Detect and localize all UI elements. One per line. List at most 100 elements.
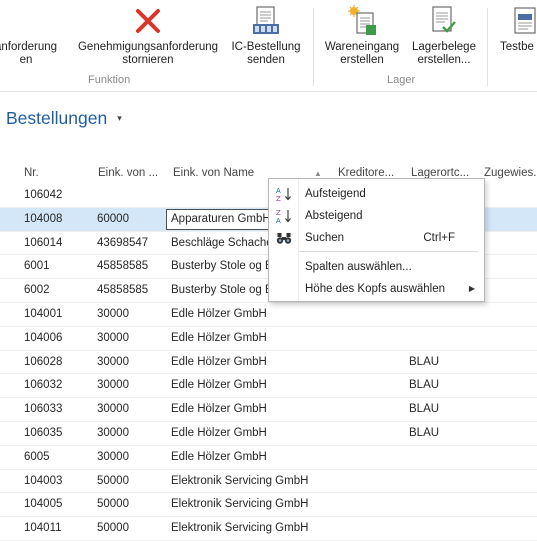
chevron-down-icon: ▾ bbox=[117, 113, 122, 123]
menu-item-shortcut: Ctrl+F bbox=[423, 232, 455, 244]
cell-vendor-name: Busterby Stole og E bbox=[171, 260, 273, 273]
send-ic-order-button[interactable]: IC-Bestellung senden bbox=[224, 4, 308, 76]
sort-ascending-icon: A Z bbox=[276, 186, 292, 203]
cancel-x-icon bbox=[131, 4, 165, 38]
cell-nr: 106042 bbox=[24, 189, 63, 201]
cell-nr: 106035 bbox=[24, 426, 63, 439]
cell-nr: 104008 bbox=[24, 212, 63, 225]
table-row[interactable]: 104001 30000 Edle Hölzer GmbH bbox=[0, 303, 537, 327]
binoculars-icon bbox=[276, 230, 292, 246]
cell-vendor-name: Edle Hölzer GmbH bbox=[171, 355, 267, 368]
cell-vendor-no: 45858585 bbox=[97, 284, 149, 297]
cell-vendor-no: 30000 bbox=[97, 403, 129, 416]
create-warehouse-documents-button[interactable]: Lagerbelege erstellen... bbox=[403, 4, 485, 76]
cell-nr: 104006 bbox=[24, 331, 63, 344]
cell-vendor-name: Edle Hölzer GmbH bbox=[171, 403, 267, 416]
column-header-nr[interactable]: Nr. bbox=[24, 167, 39, 179]
cell-vendor-name: Edle Hölzer GmbH bbox=[171, 450, 267, 463]
cell-vendor-no: 45858585 bbox=[97, 260, 149, 273]
column-context-menu: A Z Aufsteigend Z A Absteigend Suchen Ct… bbox=[268, 178, 485, 302]
table-row[interactable]: 104005 50000 Elektronik Servicing GmbH bbox=[0, 493, 537, 518]
cell-vendor-name: Elektronik Servicing GmbH bbox=[171, 498, 309, 511]
cell-nr: 6001 bbox=[24, 260, 50, 273]
ic-order-document-icon bbox=[249, 4, 283, 38]
cell-vendor-name: Elektronik Servicing GmbH bbox=[171, 474, 309, 487]
cell-nr: 104011 bbox=[24, 522, 62, 535]
page-title[interactable]: Bestellungen ▾ bbox=[6, 108, 122, 129]
cell-nr: 6005 bbox=[24, 450, 50, 463]
cell-vendor-no: 60000 bbox=[97, 212, 129, 225]
ribbon-group-label-lager: Lager bbox=[387, 74, 416, 86]
cell-vendor-name: Edle Hölzer GmbH bbox=[171, 307, 267, 320]
cell-vendor-name: Elektronik Servicing GmbH bbox=[171, 522, 309, 535]
cell-vendor-no: 30000 bbox=[97, 355, 129, 368]
menu-item-label: Aufsteigend bbox=[305, 188, 366, 200]
cell-vendor-name: Edle Hölzer GmbH bbox=[171, 426, 267, 439]
cell-vendor-no: 30000 bbox=[97, 426, 129, 439]
column-header-vendor-no[interactable]: Eink. von ... bbox=[98, 167, 158, 179]
sort-descending-icon: Z A bbox=[276, 208, 292, 225]
cell-vendor-no: 43698547 bbox=[97, 236, 149, 249]
cell-nr: 6002 bbox=[24, 284, 50, 297]
cell-vendor-name: Beschläge Schache bbox=[171, 236, 273, 249]
cell-vendor-no: 30000 bbox=[97, 307, 129, 320]
menu-item-sort-ascending[interactable]: A Z Aufsteigend bbox=[269, 183, 484, 205]
table-row[interactable]: 106035 30000 Edle Hölzer GmbH BLAU bbox=[0, 422, 537, 446]
cell-vendor-no: 30000 bbox=[97, 379, 129, 392]
svg-text:A: A bbox=[276, 217, 281, 224]
table-row[interactable]: 104003 50000 Elektronik Servicing GmbH bbox=[0, 470, 537, 494]
column-header-assigned[interactable]: Zugewies... bbox=[484, 167, 537, 179]
column-header-vendor-name[interactable]: Eink. von Name bbox=[173, 167, 254, 179]
request-approval-icon bbox=[9, 4, 43, 38]
cell-nr: 104005 bbox=[24, 498, 63, 511]
cell-vendor-name: Edle Hölzer GmbH bbox=[171, 331, 267, 344]
table-row[interactable]: 106033 30000 Edle Hölzer GmbH BLAU bbox=[0, 398, 537, 422]
table-row[interactable]: 106028 30000 Edle Hölzer GmbH BLAU bbox=[0, 351, 537, 375]
warehouse-receipt-icon bbox=[345, 4, 379, 38]
menu-item-label: Absteigend bbox=[305, 210, 363, 222]
cell-vendor-name: Busterby Stole og E bbox=[171, 284, 273, 297]
table-row[interactable]: 106032 30000 Edle Hölzer GmbH BLAU bbox=[0, 374, 537, 399]
ribbon-group-separator bbox=[313, 8, 314, 86]
cell-location: BLAU bbox=[409, 379, 440, 392]
menu-item-label: Suchen bbox=[305, 232, 345, 244]
cell-vendor-no: 50000 bbox=[97, 522, 129, 535]
page-title-text: Bestellungen bbox=[6, 108, 108, 128]
request-approval-button[interactable]: anforderung en bbox=[0, 4, 70, 76]
menu-item-find[interactable]: Suchen Ctrl+F bbox=[269, 227, 484, 249]
report-icon bbox=[508, 4, 537, 38]
cell-vendor-name: Edle Hölzer GmbH bbox=[171, 379, 267, 392]
ribbon-group-separator bbox=[487, 8, 488, 86]
cell-vendor-no: 30000 bbox=[97, 450, 129, 463]
menu-item-choose-columns[interactable]: Spalten auswählen... bbox=[269, 256, 484, 278]
cell-location: BLAU bbox=[409, 426, 440, 439]
table-row[interactable]: 6005 30000 Edle Hölzer GmbH bbox=[0, 446, 537, 470]
table-row[interactable]: 104006 30000 Edle Hölzer GmbH bbox=[0, 327, 537, 351]
cell-vendor-no: 50000 bbox=[97, 498, 129, 511]
svg-text:Z: Z bbox=[276, 195, 281, 202]
cell-vendor-no: 30000 bbox=[97, 331, 129, 344]
table-row[interactable]: 104011 50000 Elektronik Servicing GmbH bbox=[0, 517, 537, 541]
menu-separator bbox=[299, 251, 478, 252]
cell-nr: 104003 bbox=[24, 474, 63, 487]
cell-vendor-name[interactable]: Apparaturen GmbH bbox=[171, 213, 271, 225]
menu-item-label: Spalten auswählen... bbox=[305, 261, 412, 273]
cell-nr: 106028 bbox=[24, 355, 63, 368]
cell-location: BLAU bbox=[409, 403, 440, 416]
menu-item-label: Höhe des Kopfs auswählen bbox=[305, 283, 446, 295]
cell-nr: 106032 bbox=[24, 379, 63, 392]
warehouse-documents-icon bbox=[427, 4, 461, 38]
action-ribbon: anforderung en Genehmigungsanforderung s… bbox=[0, 0, 537, 92]
svg-text:Z: Z bbox=[276, 209, 281, 217]
cancel-approval-request-button[interactable]: Genehmigungsanforderung stornieren bbox=[73, 4, 223, 76]
svg-text:A: A bbox=[276, 187, 281, 195]
ribbon-group-label-funktion: Funktion bbox=[88, 74, 131, 86]
test-report-button[interactable]: Testbe bbox=[496, 4, 537, 76]
cell-vendor-no: 50000 bbox=[97, 474, 129, 487]
create-warehouse-receipt-button[interactable]: Wareneingang erstellen bbox=[320, 4, 404, 76]
menu-item-header-height[interactable]: Höhe des Kopfs auswählen ▶ bbox=[269, 278, 484, 300]
cell-nr: 106014 bbox=[24, 236, 63, 249]
menu-item-sort-descending[interactable]: Z A Absteigend bbox=[269, 205, 484, 227]
sort-ascending-indicator-icon: ▲ bbox=[314, 169, 322, 178]
cell-nr: 104001 bbox=[24, 307, 63, 320]
